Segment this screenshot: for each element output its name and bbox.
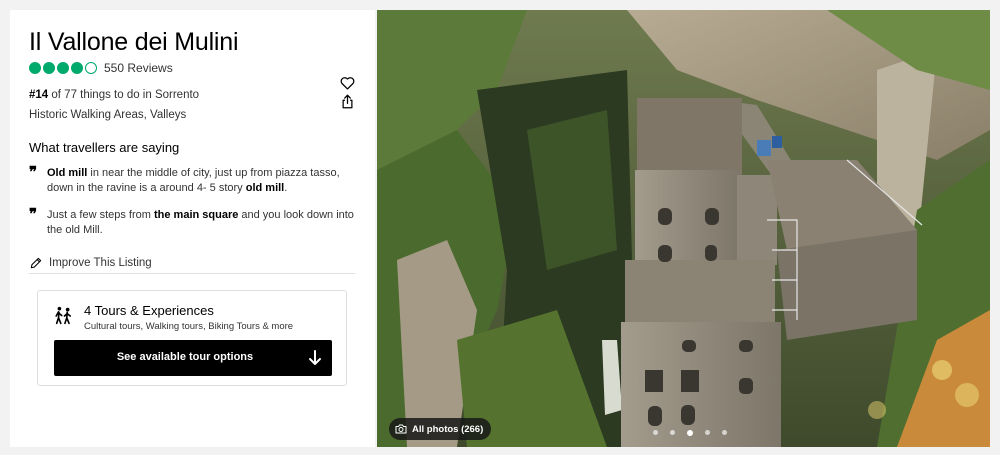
review-snippet[interactable]: ❞ Just a few steps from the main square … bbox=[29, 205, 359, 238]
rating-bubble-empty bbox=[85, 62, 97, 74]
quote-icon: ❞ bbox=[29, 163, 38, 181]
rating-bubble bbox=[43, 62, 55, 74]
rank-text: of 77 things to do in Sorrento bbox=[48, 89, 200, 101]
divider bbox=[29, 273, 355, 274]
quote-icon: ❞ bbox=[29, 205, 38, 223]
pencil-icon bbox=[29, 256, 43, 270]
improve-listing-link[interactable]: Improve This Listing bbox=[29, 256, 152, 270]
camera-icon bbox=[395, 424, 407, 434]
carousel-dot[interactable] bbox=[670, 430, 675, 435]
rating-bubble bbox=[29, 62, 41, 74]
attraction-info-card: Il Vallone dei Mulini 550 Reviews #14 of… bbox=[10, 10, 375, 447]
review-snippet[interactable]: ❞ Old mill in near the middle of city, j… bbox=[29, 163, 359, 196]
hero-photo[interactable]: All photos (266) bbox=[377, 10, 990, 447]
improve-listing-label: Improve This Listing bbox=[49, 257, 152, 269]
heart-icon[interactable] bbox=[338, 74, 356, 92]
rank-number: #14 bbox=[29, 89, 49, 101]
walking-people-icon bbox=[53, 305, 75, 327]
review-snippet-text: Just a few steps from the main square an… bbox=[47, 209, 354, 236]
carousel-dot-active[interactable] bbox=[687, 429, 693, 436]
rating-row[interactable]: 550 Reviews bbox=[29, 61, 173, 75]
review-count[interactable]: 550 Reviews bbox=[104, 61, 173, 75]
tours-subtitle: Cultural tours, Walking tours, Biking To… bbox=[84, 321, 294, 332]
all-photos-label: All photos (266) bbox=[412, 423, 484, 435]
category-text: Historic Walking Areas, Valleys bbox=[29, 109, 187, 121]
tours-box: 4 Tours & Experiences Cultural tours, Wa… bbox=[37, 290, 347, 386]
rating-bubble bbox=[57, 62, 69, 74]
share-icon[interactable] bbox=[338, 92, 356, 110]
see-tour-options-button[interactable]: See available tour options bbox=[54, 340, 332, 376]
review-snippet-text: Old mill in near the middle of city, jus… bbox=[47, 167, 340, 194]
section-title: What travellers are saying bbox=[29, 140, 180, 155]
tours-title[interactable]: 4 Tours & Experiences bbox=[84, 303, 214, 318]
tour-button-label: See available tour options bbox=[116, 351, 254, 363]
rating-bubble bbox=[71, 62, 83, 74]
carousel-dots bbox=[647, 429, 733, 436]
ranking[interactable]: #14 of 77 things to do in Sorrento bbox=[29, 89, 199, 101]
carousel-dot[interactable] bbox=[705, 430, 710, 435]
mill-ruins-photo bbox=[377, 10, 990, 447]
arrow-down-icon bbox=[308, 349, 322, 367]
carousel-dot[interactable] bbox=[722, 430, 727, 435]
attraction-title: Il Vallone dei Mulini bbox=[29, 28, 239, 56]
all-photos-button[interactable]: All photos (266) bbox=[389, 418, 492, 440]
carousel-dot[interactable] bbox=[653, 430, 658, 435]
